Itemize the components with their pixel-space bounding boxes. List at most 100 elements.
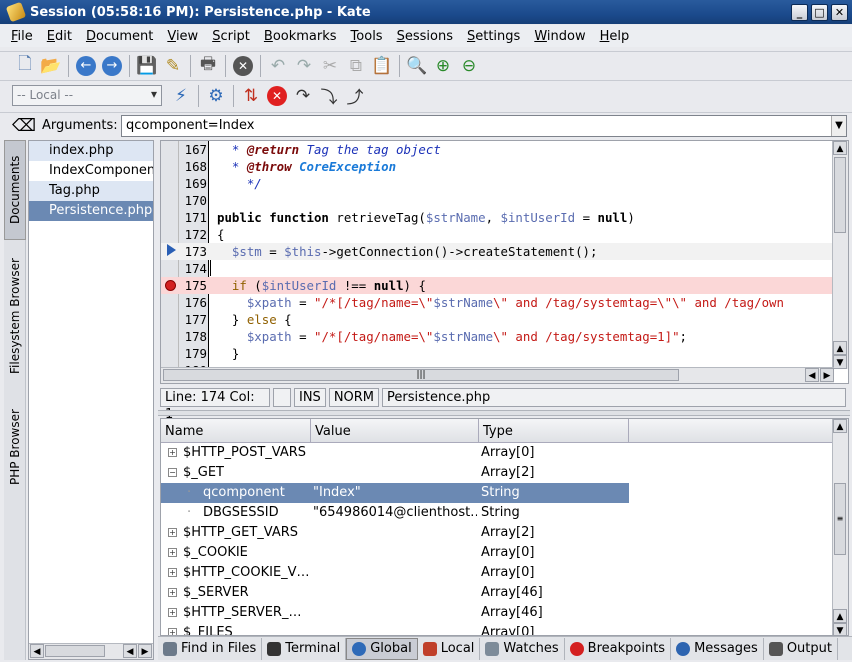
- code-line[interactable]: 176 $xpath = "/*[/tag/name=\"$strName\" …: [161, 294, 833, 311]
- tab-messages[interactable]: Messages: [671, 637, 764, 660]
- variable-row[interactable]: + $_COOKIE Array[0]: [161, 543, 629, 563]
- code-line[interactable]: 177 } else {: [161, 311, 833, 328]
- document-item[interactable]: Tag.php: [29, 181, 153, 201]
- code-editor[interactable]: 167 * @return Tag the tag object 168 * @t…: [160, 140, 849, 384]
- scroll-up-icon[interactable]: ▲: [833, 141, 847, 155]
- menu-tools[interactable]: Tools: [344, 29, 390, 44]
- scroll-left2-icon[interactable]: ◀: [123, 644, 137, 658]
- maximize-button[interactable]: □: [811, 4, 828, 21]
- expand-icon[interactable]: +: [168, 568, 177, 577]
- close-document-icon[interactable]: ✕: [230, 53, 256, 79]
- variable-row[interactable]: − $_GET Array[2]: [161, 463, 629, 483]
- insert-mode[interactable]: INS: [294, 387, 326, 407]
- scroll-thumb[interactable]: |||: [163, 369, 679, 381]
- zoom-in-icon[interactable]: ⊕: [430, 53, 456, 79]
- expand-icon[interactable]: +: [168, 588, 177, 597]
- menu-help[interactable]: Help: [593, 29, 637, 44]
- scroll-thumb[interactable]: [45, 645, 105, 657]
- menu-bookmarks[interactable]: Bookmarks: [257, 29, 344, 44]
- step-into-icon[interactable]: ⤵: [316, 83, 342, 109]
- zoom-out-icon[interactable]: ⊖: [456, 53, 482, 79]
- arguments-input[interactable]: qcomponent=Index ▼: [121, 115, 847, 137]
- code-line[interactable]: 178 $xpath = "/*[/tag/name=\"$strName\" …: [161, 328, 833, 345]
- expand-icon[interactable]: +: [168, 548, 177, 557]
- forward-icon[interactable]: →: [99, 53, 125, 79]
- code-line[interactable]: 170: [161, 192, 833, 209]
- editor-hscrollbar[interactable]: ||| ◀ ▶: [161, 367, 834, 383]
- menu-window[interactable]: Window: [527, 29, 592, 44]
- expand-icon[interactable]: +: [168, 528, 177, 537]
- variable-row[interactable]: + $HTTP_SERVER_… Array[46]: [161, 603, 629, 623]
- step-out-icon[interactable]: ⤴: [342, 83, 368, 109]
- menu-edit[interactable]: Edit: [40, 29, 79, 44]
- run-list-icon[interactable]: ⇅: [238, 83, 264, 109]
- code-line[interactable]: 172 {: [161, 226, 833, 243]
- variable-row[interactable]: + $HTTP_COOKIE_V… Array[0]: [161, 563, 629, 583]
- scroll-right-icon[interactable]: ▶: [820, 368, 834, 382]
- document-item[interactable]: IndexComponent.php: [29, 161, 153, 181]
- tab-find-in-files[interactable]: Find in Files: [158, 637, 263, 660]
- scroll-down-icon[interactable]: ▼: [833, 623, 847, 635]
- location-combo[interactable]: -- Local --: [12, 85, 162, 106]
- tab-output[interactable]: Output: [764, 637, 838, 660]
- column-header-value[interactable]: Value: [311, 419, 479, 443]
- scroll-up-icon[interactable]: ▲: [833, 419, 847, 433]
- code-line[interactable]: 174: [161, 260, 833, 277]
- back-icon[interactable]: ←: [73, 53, 99, 79]
- save-icon[interactable]: 💾: [134, 53, 160, 79]
- tab-documents[interactable]: Documents: [4, 140, 26, 240]
- save-as-icon[interactable]: ✎: [160, 53, 186, 79]
- tab-breakpoints[interactable]: Breakpoints: [565, 637, 672, 660]
- scroll-down-icon[interactable]: ▼: [833, 355, 847, 369]
- code-line[interactable]: 175 if ($intUserId !== null) {: [161, 277, 833, 294]
- scroll-right-icon[interactable]: ▶: [138, 644, 152, 658]
- open-folder-icon[interactable]: 📂: [38, 53, 64, 79]
- menu-file[interactable]: File: [4, 29, 40, 44]
- undo-icon[interactable]: ↶: [265, 53, 291, 79]
- tab-local[interactable]: Local: [418, 637, 481, 660]
- tab-php-browser[interactable]: PHP Browser: [4, 392, 26, 502]
- step-over-icon[interactable]: ↷: [290, 83, 316, 109]
- tab-filesystem-browser[interactable]: Filesystem Browser: [4, 242, 26, 390]
- settings-gear-icon[interactable]: ⚙: [203, 83, 229, 109]
- clear-arguments-icon[interactable]: ⌫: [12, 113, 36, 139]
- menu-sessions[interactable]: Sessions: [390, 29, 460, 44]
- code-line[interactable]: 167 * @return Tag the tag object: [161, 141, 833, 158]
- variable-row[interactable]: + $HTTP_GET_VARS Array[2]: [161, 523, 629, 543]
- menu-script[interactable]: Script: [205, 29, 257, 44]
- print-icon[interactable]: 🖶: [195, 53, 221, 79]
- vars-vscrollbar[interactable]: ▲ ≡ ▲ ▼: [832, 419, 848, 635]
- connect-icon[interactable]: ⚡: [168, 83, 194, 109]
- code-line[interactable]: 179 }: [161, 345, 833, 362]
- code-line[interactable]: 173 $stm = $this->getConnection()->creat…: [161, 243, 833, 260]
- new-file-icon[interactable]: 🗋: [12, 53, 38, 79]
- scroll-thumb[interactable]: ≡: [834, 483, 846, 555]
- variable-row[interactable]: + $_FILES Array[0]: [161, 623, 629, 635]
- variable-row[interactable]: · DBGSESSID "654986014@clienthost… String: [161, 503, 629, 523]
- variable-row[interactable]: + $_SERVER Array[46]: [161, 583, 629, 603]
- stop-debug-icon[interactable]: ✕: [264, 83, 290, 109]
- cut-icon[interactable]: ✂: [317, 53, 343, 79]
- copy-icon[interactable]: ⧉: [343, 53, 369, 79]
- expand-icon[interactable]: +: [168, 608, 177, 617]
- column-header-type[interactable]: Type: [479, 419, 629, 443]
- scroll-thumb[interactable]: [834, 157, 846, 233]
- code-line[interactable]: 169 */: [161, 175, 833, 192]
- variable-row[interactable]: · qcomponent "Index" String: [161, 483, 629, 503]
- tab-terminal[interactable]: Terminal: [262, 637, 347, 660]
- menu-document[interactable]: Document: [79, 29, 160, 44]
- scroll-up2-icon[interactable]: ▲: [833, 609, 847, 623]
- scroll-up2-icon[interactable]: ▲: [833, 341, 847, 355]
- menu-view[interactable]: View: [160, 29, 205, 44]
- menu-settings[interactable]: Settings: [460, 29, 527, 44]
- variable-row[interactable]: + $HTTP_POST_VARS Array[0]: [161, 443, 629, 463]
- redo-icon[interactable]: ↷: [291, 53, 317, 79]
- scroll-left-icon[interactable]: ◀: [30, 644, 44, 658]
- paste-icon[interactable]: 📋: [369, 53, 395, 79]
- collapse-icon[interactable]: −: [168, 468, 177, 477]
- document-item-selected[interactable]: Persistence.php: [29, 201, 153, 221]
- find-icon[interactable]: 🔍: [404, 53, 430, 79]
- tab-global[interactable]: Global: [346, 637, 418, 660]
- panel-splitter[interactable]: [158, 410, 850, 416]
- column-header-name[interactable]: Name: [161, 419, 311, 443]
